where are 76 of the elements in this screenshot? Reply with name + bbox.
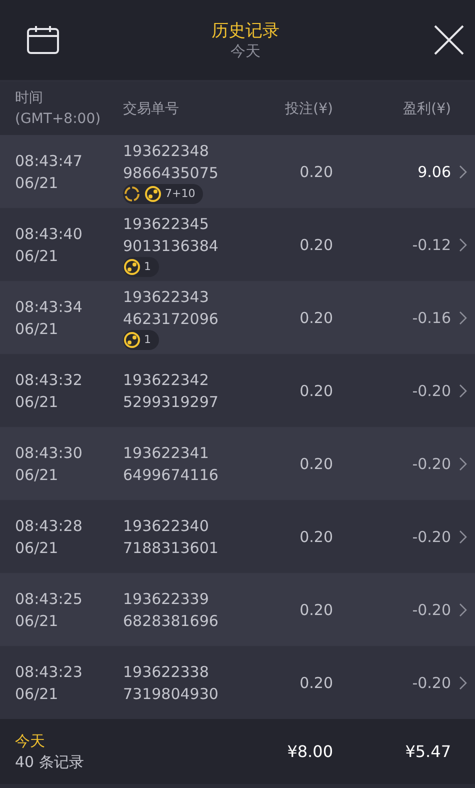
time-cell-text: 08:43:40 bbox=[15, 224, 84, 244]
period-subtitle: 今天 bbox=[230, 42, 260, 61]
time-cell-text: 08:43:30 bbox=[15, 442, 84, 464]
chevron-icon[interactable] bbox=[459, 456, 467, 470]
order-number: 6499674116 bbox=[123, 464, 220, 486]
calendar-button[interactable] bbox=[26, 25, 60, 55]
bet-cell-text: 0.20 bbox=[298, 382, 333, 400]
chevron-icon[interactable] bbox=[459, 238, 467, 252]
bet-cell-text: 0.20 bbox=[298, 162, 333, 180]
profit-cell-text: -0.16 bbox=[411, 308, 451, 326]
feature-badge: 7+10 bbox=[123, 184, 204, 204]
date-cell-text: 06/21 bbox=[15, 172, 60, 194]
date-cell-text: 06/21 bbox=[15, 684, 60, 704]
order-number: 193622341 bbox=[123, 442, 210, 464]
refresh-icon bbox=[123, 184, 141, 202]
order-number: 193622339 bbox=[123, 588, 210, 610]
order-number: 9866435075 bbox=[123, 162, 220, 184]
time-cell-text: 08:43:25 bbox=[15, 588, 84, 610]
order-number: 5299319297 bbox=[123, 392, 220, 412]
feature-badge: 1 bbox=[123, 256, 159, 276]
ball-icon bbox=[144, 184, 162, 202]
profit-cell-text: -0.20 bbox=[411, 600, 451, 618]
order-number: 6828381696 bbox=[123, 610, 220, 632]
bet-cell-text: 0.20 bbox=[298, 454, 333, 472]
bet-cell-text: 0.20 bbox=[298, 528, 333, 546]
time-cell-text: 08:43:23 bbox=[15, 662, 84, 682]
profit-cell-text: -0.12 bbox=[411, 236, 451, 254]
time-cell-text: 08:43:47 bbox=[15, 150, 84, 172]
profit-total: ¥5.47 bbox=[404, 742, 451, 761]
column-header: (GMT+8:00) bbox=[15, 110, 102, 128]
order-number: 193622348 bbox=[123, 140, 210, 162]
date-cell-text: 06/21 bbox=[15, 318, 60, 340]
bet-cell-text: 0.20 bbox=[298, 236, 333, 254]
column-header: 投注(¥) bbox=[284, 100, 333, 118]
date-cell-text: 06/21 bbox=[15, 538, 60, 558]
profit-cell-text: -0.20 bbox=[411, 674, 451, 692]
ball-icon bbox=[123, 258, 141, 276]
chevron-icon[interactable] bbox=[459, 530, 467, 544]
chevron-icon[interactable] bbox=[459, 676, 467, 690]
order-number: 4623172096 bbox=[123, 308, 220, 330]
profit-cell-text: -0.20 bbox=[411, 454, 451, 472]
date-cell-text: 06/21 bbox=[15, 464, 60, 486]
ball-icon bbox=[123, 330, 141, 348]
order-number: 193622343 bbox=[123, 286, 210, 308]
order-number: 9013136384 bbox=[123, 236, 220, 256]
calendar-icon bbox=[26, 25, 60, 55]
chevron-icon[interactable] bbox=[459, 164, 467, 178]
order-number: 193622338 bbox=[123, 662, 210, 682]
page-title: 历史记录 bbox=[212, 20, 280, 42]
time-cell-text: 08:43:34 bbox=[15, 296, 84, 318]
time-cell-text: 08:43:28 bbox=[15, 516, 84, 536]
order-number: 7188313601 bbox=[123, 538, 220, 558]
chevron-icon[interactable] bbox=[459, 310, 467, 324]
bet-cell-text: 0.20 bbox=[298, 600, 333, 618]
bet-cell-text: 0.20 bbox=[298, 674, 333, 692]
profit-cell-text: 9.06 bbox=[416, 162, 451, 180]
bet-cell-text: 0.20 bbox=[298, 308, 333, 326]
order-number: 7319804930 bbox=[123, 684, 220, 704]
feature-badge: 1 bbox=[123, 330, 159, 350]
order-number: 193622345 bbox=[123, 214, 210, 234]
chevron-icon[interactable] bbox=[459, 602, 467, 616]
order-number: 193622340 bbox=[123, 516, 210, 536]
date-cell-text: 06/21 bbox=[15, 392, 60, 412]
column-header: 交易单号 bbox=[123, 100, 180, 118]
profit-cell-text: -0.20 bbox=[411, 528, 451, 546]
column-header: 时间 bbox=[15, 88, 44, 108]
date-cell-text: 06/21 bbox=[15, 246, 60, 266]
period-label: 今天 bbox=[15, 730, 46, 752]
date-cell-text: 06/21 bbox=[15, 610, 60, 632]
profit-cell-text: -0.20 bbox=[411, 382, 451, 400]
time-cell-text: 08:43:32 bbox=[15, 370, 84, 390]
chevron-icon[interactable] bbox=[459, 384, 467, 398]
order-number: 193622342 bbox=[123, 370, 210, 390]
record-count: 40 条记录 bbox=[15, 752, 85, 772]
column-header: 盈利(¥) bbox=[402, 100, 451, 118]
bet-total: ¥8.00 bbox=[286, 742, 333, 761]
